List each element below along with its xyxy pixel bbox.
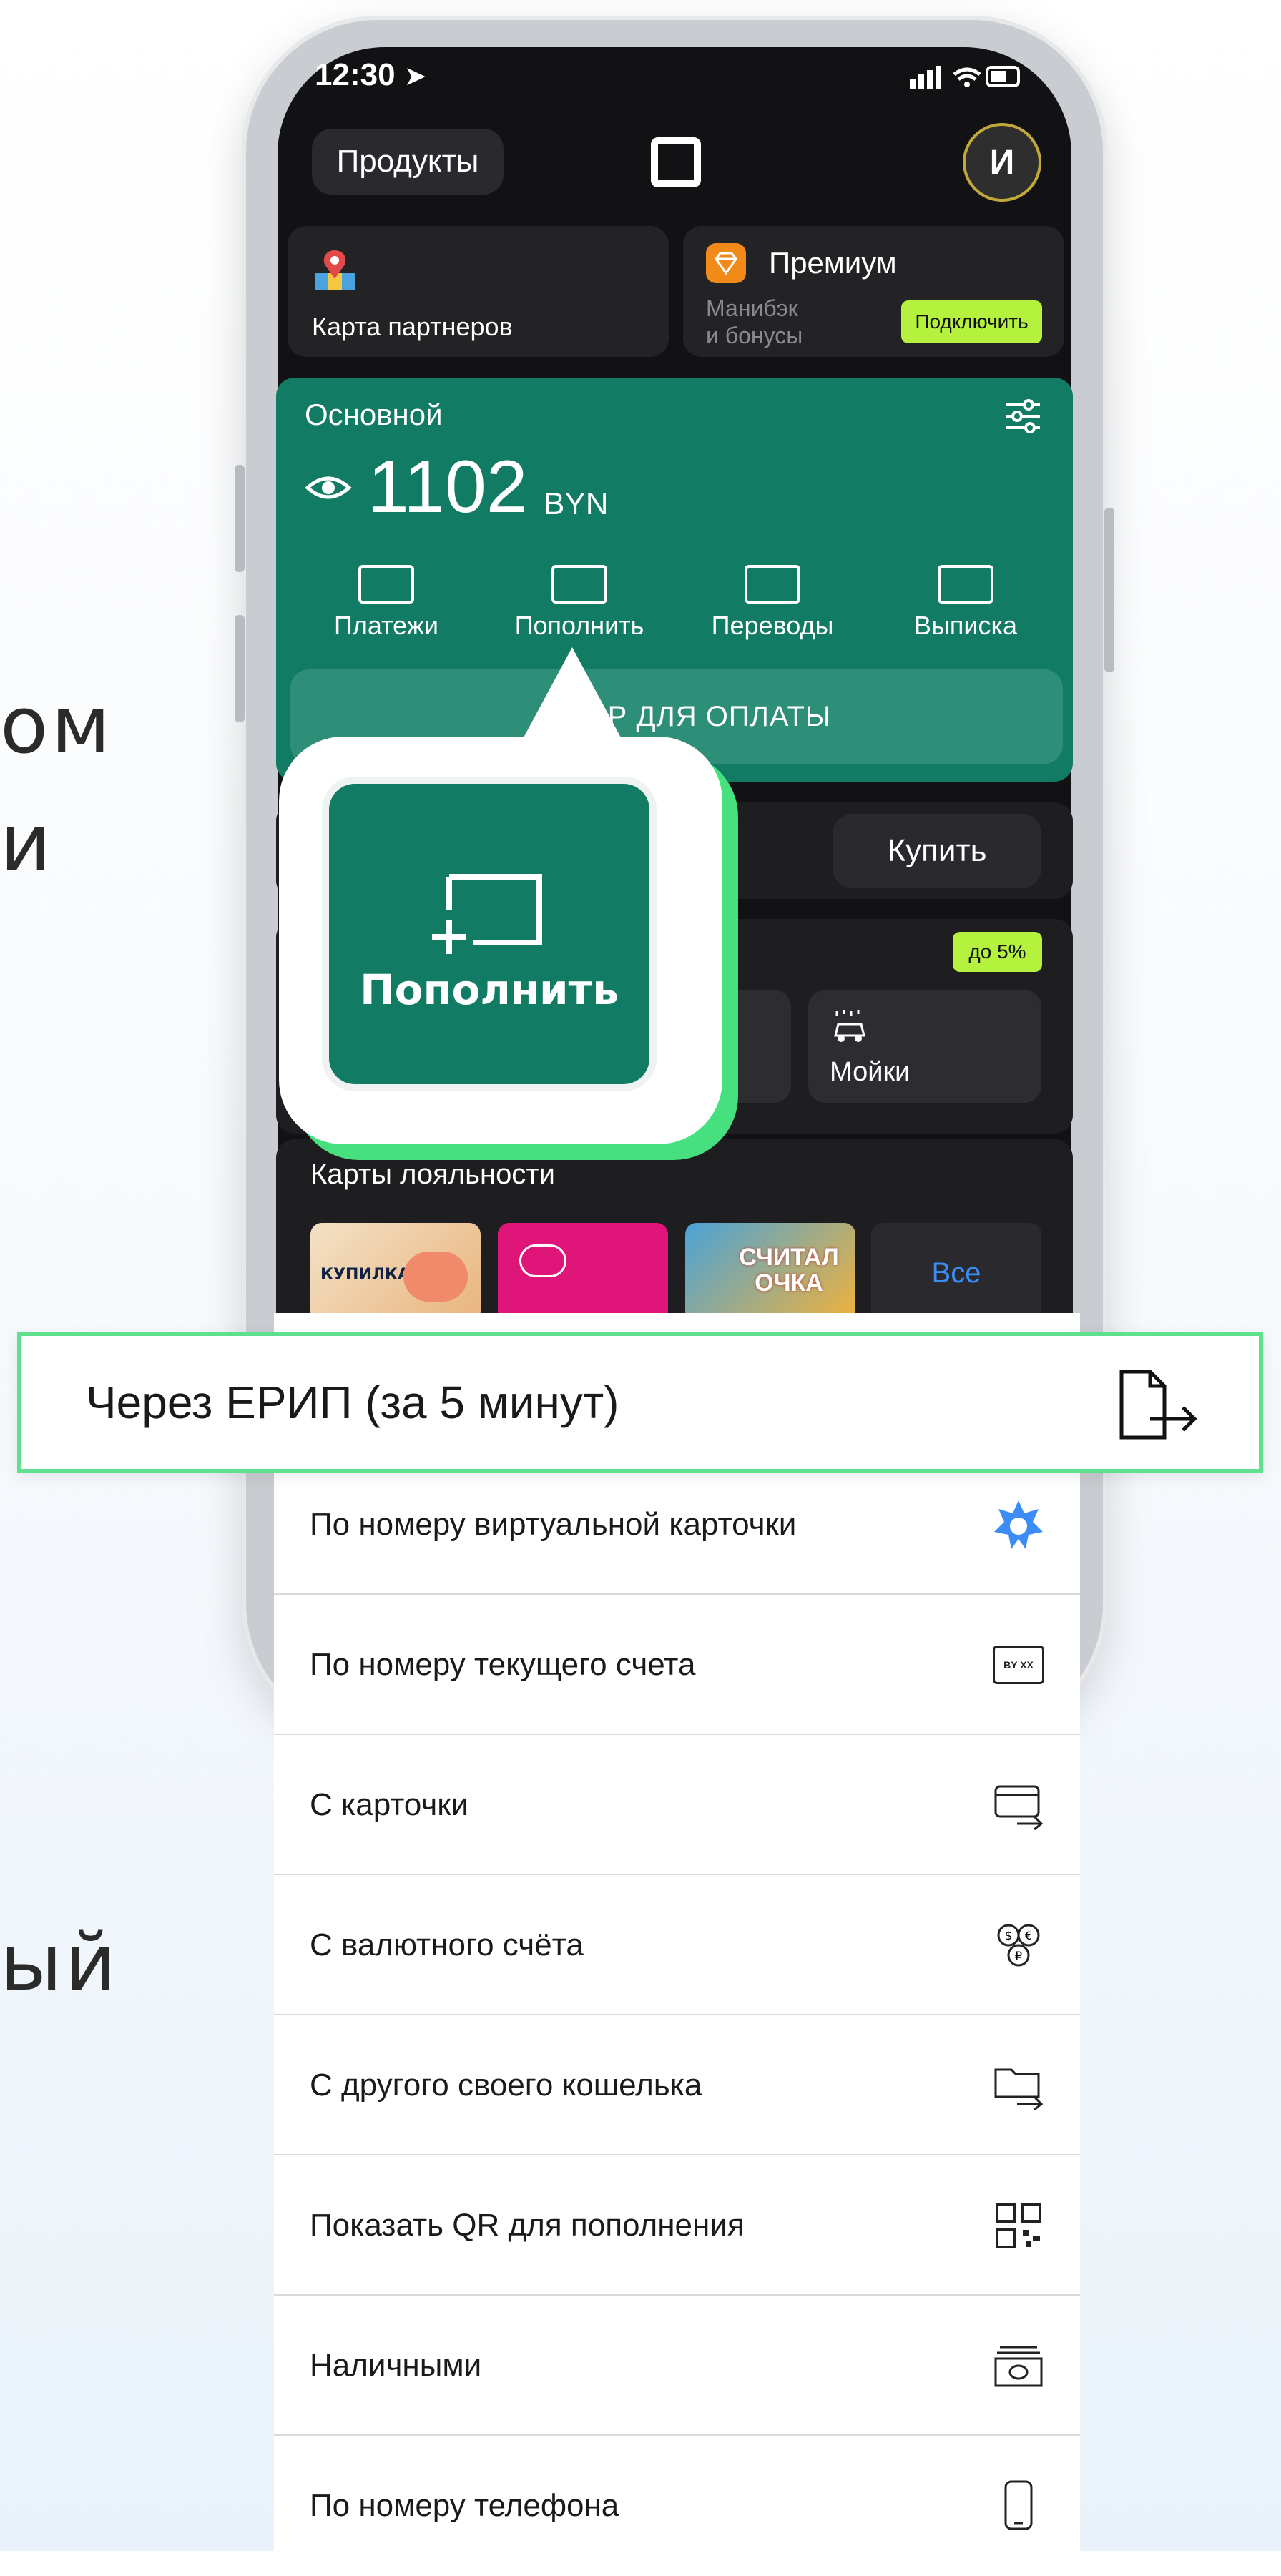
topup-icon	[551, 565, 607, 604]
topup-menu-sheet: По номеру виртуальной карточки По номеру…	[274, 1313, 1080, 2551]
topup-label: Пополнить	[514, 611, 644, 640]
partners-map-tile[interactable]: Карта партнеров	[288, 226, 669, 357]
currency-coins-icon: $ € ₽	[993, 1919, 1044, 1971]
menu-item-phone[interactable]: По номеру телефона	[274, 2436, 1080, 2576]
wallet-transfer-icon	[993, 2060, 1044, 2111]
account-number-icon: BY XX	[993, 1639, 1044, 1691]
products-button[interactable]: Продукты	[312, 129, 504, 195]
status-icons	[910, 62, 1024, 90]
menu-item-show-qr[interactable]: Показать QR для пополнения	[274, 2155, 1080, 2296]
menu-item-other-wallet[interactable]: С другого своего кошелька	[274, 2015, 1080, 2155]
car-wash-label: Мойки	[830, 1057, 911, 1087]
cashback-badge: до 5%	[953, 932, 1042, 972]
loyalty-all-button[interactable]: Все	[871, 1223, 1041, 1323]
zoom-topup-label: Пополнить	[360, 965, 619, 1014]
payments-action[interactable]: Платежи	[300, 565, 472, 641]
eye-icon[interactable]	[305, 472, 352, 503]
diamond-icon	[706, 243, 746, 283]
background-text-3: ый	[0, 1917, 119, 2008]
zoom-pointer	[522, 647, 622, 740]
avatar[interactable]: И	[963, 123, 1041, 202]
car-wash-tile[interactable]: Мойки	[808, 990, 1041, 1103]
topup-action[interactable]: Пополнить	[494, 565, 665, 641]
menu-item-currency-account[interactable]: С валютного счёта $ € ₽	[274, 1875, 1080, 2015]
phone-icon	[993, 2480, 1044, 2532]
piggy-icon	[403, 1252, 468, 1302]
pay-qr-label: Р ДЛЯ ОПЛАТЫ	[607, 700, 832, 732]
card-transfer-icon	[993, 1779, 1044, 1831]
loyalty-card-schitalochka[interactable]: СЧИТАЛОЧКА	[685, 1223, 855, 1323]
buy-button[interactable]: Купить	[833, 814, 1041, 888]
document-export-icon	[1114, 1369, 1200, 1440]
loyalty-title: Карты лояльности	[310, 1159, 555, 1190]
menu-item-account-number[interactable]: По номеру текущего счета BY XX	[274, 1595, 1080, 1735]
menu-item-from-card[interactable]: С карточки	[274, 1735, 1080, 1875]
loyalty-card-kupilka[interactable]: КУПИЛКА	[310, 1223, 481, 1323]
erip-option-highlight[interactable]: Через ЕРИП (за 5 минут)	[17, 1332, 1263, 1473]
snowflake-star-icon	[993, 1499, 1044, 1550]
qr-code-icon	[993, 2200, 1044, 2251]
status-time: 12:30 ➤	[315, 57, 427, 92]
wallet-currency: BYN	[544, 486, 609, 521]
zoom-topup-icon	[428, 867, 545, 957]
wallet-settings-icon[interactable]	[1001, 395, 1044, 438]
partners-tile-label: Карта партнеров	[312, 312, 513, 341]
map-pin-icon	[312, 247, 358, 293]
payments-label: Платежи	[333, 611, 438, 640]
signal-wifi-battery-icon	[910, 66, 1020, 89]
svg-text:₽: ₽	[1015, 1949, 1022, 1962]
statement-icon	[938, 565, 993, 604]
premium-subtitle: Манибэк и бонусы	[706, 295, 803, 348]
car-wash-icon	[830, 1007, 870, 1047]
app-logo-icon	[651, 137, 701, 187]
transfers-action[interactable]: Переводы	[687, 565, 858, 641]
menu-item-virtual-card[interactable]: По номеру виртуальной карточки	[274, 1455, 1080, 1595]
phone-power-button	[1104, 508, 1114, 672]
premium-tile[interactable]: Премиум Манибэк и бонусы Подключить	[683, 226, 1064, 357]
premium-connect-button[interactable]: Подключить	[901, 300, 1042, 343]
statement-label: Выписка	[913, 611, 1018, 640]
erip-option-label: Через ЕРИП (за 5 минут)	[86, 1377, 619, 1428]
wallet-balance: 1102	[368, 446, 528, 529]
svg-text:$: $	[1005, 1929, 1012, 1942]
background-text-2: и	[0, 797, 54, 889]
heart-icon	[519, 1244, 566, 1277]
transfers-icon	[745, 565, 800, 604]
phone-volume-down	[235, 615, 245, 722]
payments-icon	[358, 565, 414, 604]
phone-volume-up	[235, 465, 245, 572]
statement-action[interactable]: Выписка	[880, 565, 1051, 641]
cash-icon	[993, 2340, 1044, 2391]
background-text-1: ом	[0, 679, 114, 771]
wallet-name: Основной	[305, 398, 443, 431]
transfers-label: Переводы	[711, 611, 834, 640]
svg-text:€: €	[1025, 1929, 1032, 1942]
premium-title: Премиум	[769, 246, 897, 280]
menu-item-cash[interactable]: Наличными	[274, 2296, 1080, 2436]
loyalty-card-pink[interactable]	[498, 1223, 668, 1323]
